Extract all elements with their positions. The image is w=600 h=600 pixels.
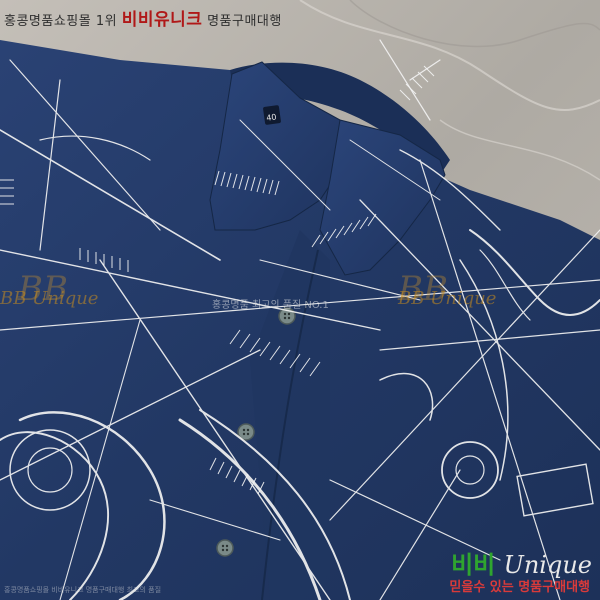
watermark-logo-latin: Unique: [503, 551, 592, 579]
watermark-logo: 비비 Unique: [451, 545, 592, 580]
watermark-middle-right: BB Unique: [398, 288, 497, 309]
watermark-top-suffix: 명품구매대행: [207, 14, 282, 29]
watermark-logo-korean: 비비: [451, 550, 496, 579]
watermark-top-prefix: 홍콩명품쇼핑몰 1위: [4, 14, 118, 29]
shirt-button: [216, 539, 234, 557]
watermark-middle-center: 홍콩명품 최고의 품질 NO.1: [212, 300, 329, 311]
photo: 40 BB BB 홍콩명품쇼핑몰 1위 비비유니크 명품구매대행 BB Uniq…: [0, 0, 600, 600]
watermark-bottom-left: 홍콩명품쇼핑몰 비비유니크 명품구매대행 최고의 품질: [4, 586, 162, 594]
watermark-middle-left: BB Unique: [0, 288, 99, 309]
watermark-top: 홍콩명품쇼핑몰 1위 비비유니크 명품구매대행: [4, 5, 282, 30]
size-tag-text: 40: [266, 112, 277, 122]
watermark-top-brand: 비비유니크: [121, 10, 203, 30]
watermark-tagline: 믿을수 있는 명품구매대행: [449, 580, 590, 595]
